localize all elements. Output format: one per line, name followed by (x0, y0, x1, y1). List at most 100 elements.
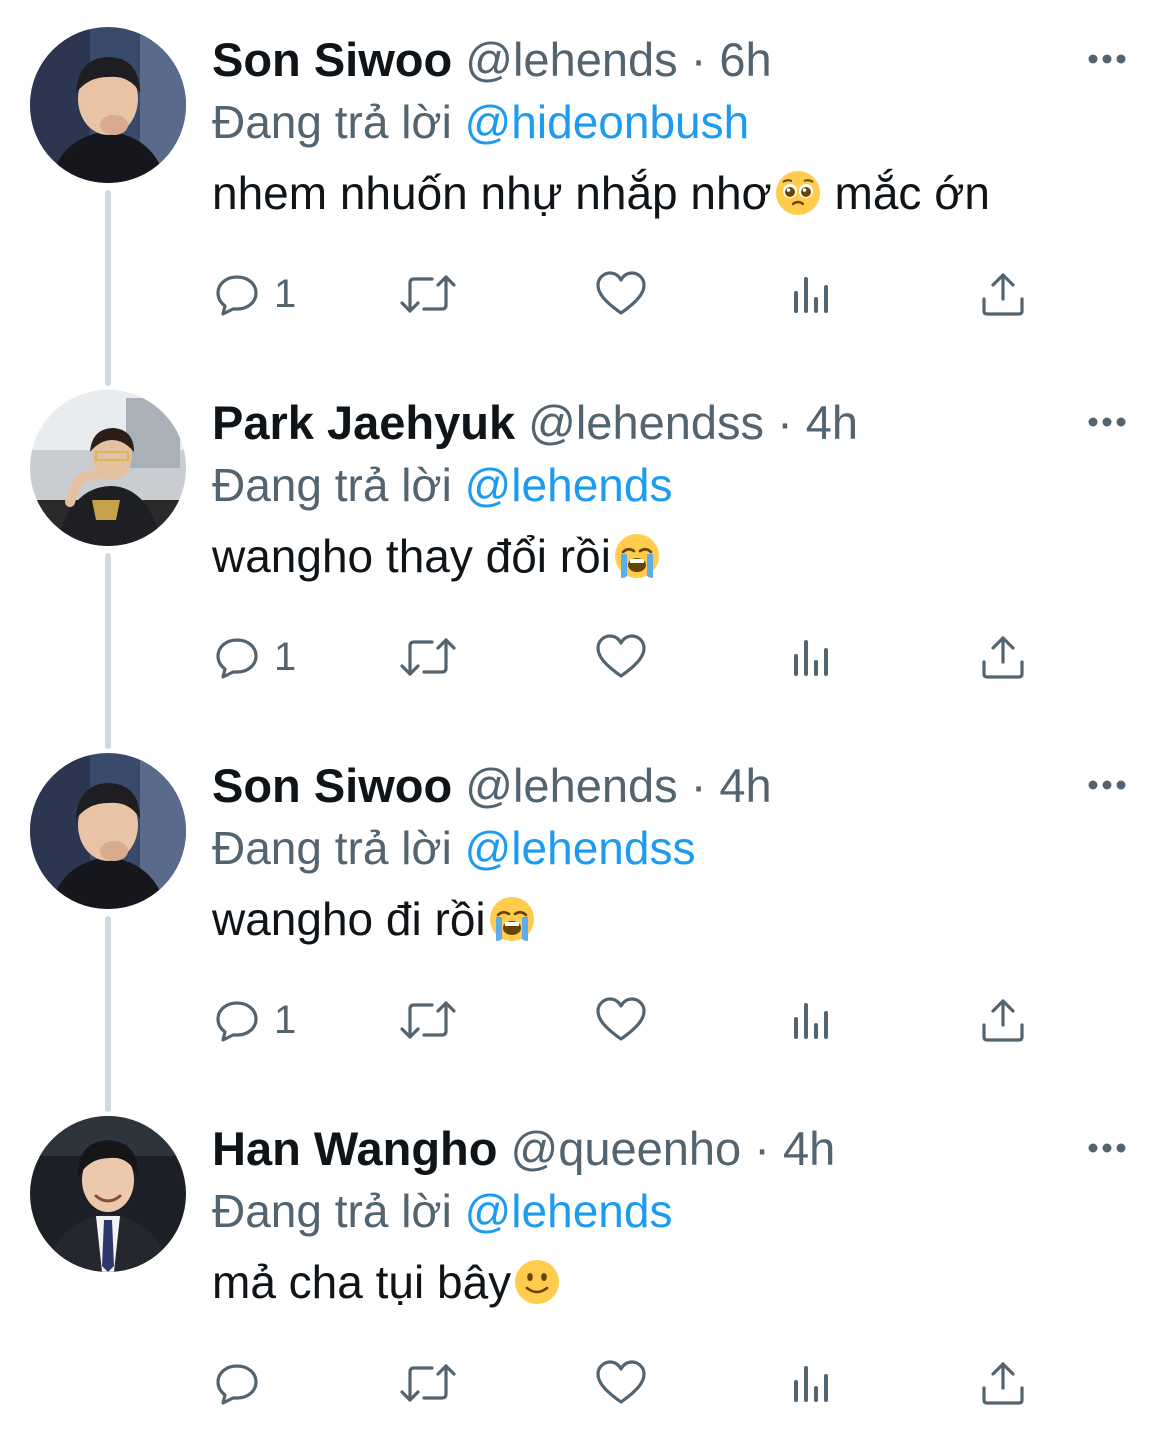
retweet-button[interactable] (398, 988, 458, 1052)
more-icon (1088, 417, 1126, 427)
views-button[interactable] (786, 1351, 836, 1415)
replying-to-link[interactable]: @lehends (465, 459, 673, 511)
reply-icon (216, 1364, 258, 1405)
tweet-text: wangho đi rồi (212, 886, 536, 952)
heart-icon (596, 271, 646, 315)
timestamp[interactable]: 6h (719, 33, 771, 86)
replying-to-label: Đang trả lời (212, 96, 452, 148)
author-handle[interactable]: @lehends (465, 759, 677, 812)
replying-to-label: Đang trả lời (212, 459, 452, 511)
reply-icon (216, 1001, 258, 1042)
reply-icon (216, 275, 258, 316)
more-options-button[interactable] (1078, 407, 1136, 437)
views-icon (794, 640, 828, 676)
replying-to-link[interactable]: @lehends (465, 1185, 673, 1237)
slightly-smiling-face-emoji (513, 1258, 561, 1306)
author-handle[interactable]: @lehendss (528, 396, 764, 449)
more-icon (1088, 780, 1126, 790)
reply-count: 1 (274, 271, 297, 316)
author-handle[interactable]: @queenho (511, 1122, 742, 1175)
retweet-icon (400, 638, 456, 676)
share-button[interactable] (976, 625, 1030, 689)
author-name[interactable]: Park Jaehyuk (212, 396, 515, 449)
views-button[interactable] (786, 625, 836, 689)
share-button[interactable] (976, 262, 1030, 326)
tweet-header: Son Siwoo @lehends · 6h (212, 28, 772, 92)
more-options-button[interactable] (1078, 770, 1136, 800)
tweet[interactable]: Son Siwoo @lehends · 4h Đang trả lời @le… (0, 726, 1170, 1089)
tweet-text: wangho thay đổi rồi (212, 523, 661, 589)
views-icon (794, 1366, 828, 1402)
views-icon (794, 1003, 828, 1039)
more-icon (1088, 1143, 1126, 1153)
tweet-text: nhem nhuốn nhự nhắp nhơ mắc ớn (212, 160, 990, 226)
separator-dot: · (690, 759, 707, 812)
tweet-text-body: nhem nhuốn nhự nhắp nhơ (212, 167, 772, 219)
reply-button[interactable]: 1 (212, 262, 296, 326)
reply-icon (216, 638, 258, 679)
share-icon (982, 999, 1024, 1042)
reply-button[interactable]: 1 (212, 625, 296, 689)
tweet-actions: 1 (0, 625, 1170, 689)
share-icon (982, 636, 1024, 679)
separator-dot: · (754, 1122, 770, 1175)
replying-to-label: Đang trả lời (212, 822, 452, 874)
avatar[interactable] (30, 27, 186, 183)
author-name[interactable]: Son Siwoo (212, 33, 452, 86)
retweet-icon (400, 275, 456, 313)
retweet-button[interactable] (398, 262, 458, 326)
tweet-header: Han Wangho @queenho · 4h (212, 1117, 835, 1181)
reply-count: 1 (274, 997, 297, 1042)
retweet-icon (400, 1001, 456, 1039)
more-options-button[interactable] (1078, 44, 1136, 74)
retweet-button[interactable] (398, 625, 458, 689)
retweet-button[interactable] (398, 1351, 458, 1415)
tweet[interactable]: Han Wangho @queenho · 4h Đang trả lời @l… (0, 1089, 1170, 1452)
tweet[interactable]: Son Siwoo @lehends · 6h Đang trả lời @hi… (0, 0, 1170, 363)
avatar[interactable] (30, 1116, 186, 1272)
author-name[interactable]: Son Siwoo (212, 759, 452, 812)
like-button[interactable] (594, 988, 648, 1052)
tweet-text-tail: mắc ớn (821, 167, 990, 219)
share-button[interactable] (976, 988, 1030, 1052)
more-options-button[interactable] (1078, 1133, 1136, 1163)
share-icon (982, 273, 1024, 316)
like-button[interactable] (594, 1351, 648, 1415)
author-name[interactable]: Han Wangho (212, 1122, 497, 1175)
replying-to-link[interactable]: @hideonbush (465, 96, 750, 148)
tweet-header: Son Siwoo @lehends · 4h (212, 754, 772, 818)
tweet[interactable]: Park Jaehyuk @lehendss · 4h Đang trả lời… (0, 363, 1170, 726)
tweet-actions: 1 (0, 988, 1170, 1052)
tweet-text: mả cha tụi bây (212, 1249, 561, 1315)
replying-to-label: Đang trả lời (212, 1185, 452, 1237)
reply-count: 1 (274, 634, 297, 679)
reply-button[interactable] (212, 1351, 274, 1415)
replying-to-link[interactable]: @lehendss (465, 822, 696, 874)
reply-button[interactable]: 1 (212, 988, 296, 1052)
views-button[interactable] (786, 988, 836, 1052)
separator-dot: · (777, 396, 793, 449)
tweet-text-body: wangho đi rồi (212, 893, 486, 945)
share-button[interactable] (976, 1351, 1030, 1415)
heart-icon (596, 997, 646, 1041)
pleading-face-emoji (774, 169, 822, 217)
loudly-crying-face-emoji (613, 532, 661, 580)
timestamp[interactable]: 4h (806, 396, 858, 449)
tweet-actions: 1 (0, 262, 1170, 326)
replying-to: Đang trả lời @lehends (212, 1181, 672, 1241)
more-icon (1088, 54, 1126, 64)
author-handle[interactable]: @lehends (465, 33, 677, 86)
tweet-actions (0, 1351, 1170, 1415)
avatar[interactable] (30, 390, 186, 546)
like-button[interactable] (594, 262, 648, 326)
timestamp[interactable]: 4h (783, 1122, 835, 1175)
heart-icon (596, 634, 646, 678)
tweet-text-body: wangho thay đổi rồi (212, 530, 611, 582)
heart-icon (596, 1360, 646, 1404)
avatar[interactable] (30, 753, 186, 909)
timestamp[interactable]: 4h (719, 759, 771, 812)
like-button[interactable] (594, 625, 648, 689)
retweet-icon (400, 1364, 456, 1402)
views-button[interactable] (786, 262, 836, 326)
replying-to: Đang trả lời @lehends (212, 455, 672, 515)
